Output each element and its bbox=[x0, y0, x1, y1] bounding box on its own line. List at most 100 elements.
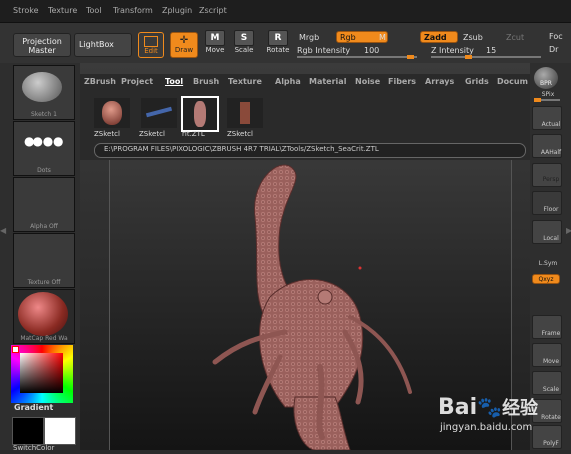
tab-tool[interactable]: Tool bbox=[165, 77, 183, 86]
lsym-button[interactable]: L.Sym bbox=[530, 260, 566, 267]
tool-thumb-1-label: ZSketcl bbox=[94, 130, 120, 138]
move-label: Move bbox=[205, 46, 225, 54]
tab-alpha[interactable]: Alpha bbox=[275, 77, 301, 86]
menu-zplugin[interactable]: Zplugin bbox=[162, 6, 192, 15]
material-label: MatCap Red Wa bbox=[20, 335, 68, 342]
local-button[interactable]: Local bbox=[532, 220, 562, 244]
menu-texture[interactable]: Texture bbox=[48, 6, 77, 15]
menu-stroke[interactable]: Stroke bbox=[13, 6, 39, 15]
color-picker[interactable] bbox=[11, 345, 73, 403]
edit-button[interactable]: Edit bbox=[138, 32, 164, 58]
top-menu-bar: Stroke Texture Tool Transform Zplugin Zs… bbox=[0, 0, 571, 23]
left-collapse-arrow-icon[interactable]: ◀ bbox=[0, 226, 6, 238]
left-shelf: Sketch 1 ●● ● ● Dots Alpha Off Texture O… bbox=[0, 63, 80, 452]
menu-zscript[interactable]: Zscript bbox=[199, 6, 227, 15]
actual-button[interactable]: Actual bbox=[532, 106, 562, 130]
menu-transform[interactable]: Transform bbox=[113, 6, 153, 15]
polyf-label: PolyF bbox=[543, 440, 559, 447]
z-intensity-value: 15 bbox=[486, 46, 497, 55]
brush-slot[interactable]: Sketch 1 bbox=[13, 65, 75, 120]
frame-button[interactable]: Frame bbox=[532, 315, 562, 339]
spix-knob[interactable] bbox=[534, 98, 541, 102]
move-button[interactable]: M Move bbox=[204, 30, 226, 54]
gradient-label[interactable]: Gradient bbox=[14, 403, 53, 412]
rotate-button[interactable]: R Rotate bbox=[264, 30, 292, 54]
aahalf-button[interactable]: AAHalf bbox=[532, 134, 562, 158]
model-icon bbox=[240, 102, 250, 124]
z-intensity-slider[interactable] bbox=[431, 55, 541, 59]
tab-document[interactable]: Docum bbox=[497, 77, 528, 86]
switch-color-button[interactable]: SwitchColor bbox=[13, 444, 54, 452]
move-view-label: Move bbox=[542, 358, 560, 365]
rgb-intensity-value: 100 bbox=[364, 46, 380, 55]
aahalf-label: AAHalf bbox=[540, 149, 562, 156]
spix-slider[interactable] bbox=[534, 98, 560, 102]
z-intensity-knob[interactable] bbox=[465, 55, 472, 59]
main-color-swatch[interactable] bbox=[12, 417, 44, 445]
menu-tool[interactable]: Tool bbox=[86, 6, 102, 15]
lightbox-button[interactable]: LightBox bbox=[74, 33, 132, 57]
scale-view-label: Scale bbox=[542, 386, 560, 393]
zsub-toggle[interactable]: Zsub bbox=[463, 33, 483, 42]
rgb-intensity-knob[interactable] bbox=[407, 55, 414, 59]
zadd-toggle[interactable]: Zadd bbox=[420, 31, 458, 43]
persp-button[interactable]: Persp bbox=[532, 163, 562, 187]
tab-project[interactable]: Project bbox=[121, 77, 153, 86]
bpr-label: BPR bbox=[540, 80, 552, 87]
paw-icon: 🐾 bbox=[477, 395, 503, 419]
tab-noise[interactable]: Noise bbox=[355, 77, 380, 86]
texture-slot[interactable]: Texture Off bbox=[13, 233, 75, 288]
tab-brush[interactable]: Brush bbox=[193, 77, 219, 86]
bpr-button[interactable]: BPR bbox=[534, 67, 558, 89]
scale-button[interactable]: S Scale bbox=[233, 30, 255, 54]
right-shelf: BPR SPix Actual AAHalf Persp Floor Local… bbox=[530, 63, 571, 450]
tool-path-bar: E:\PROGRAM FILES\PIXOLOGIC\ZBRUSH 4R7 TR… bbox=[94, 143, 526, 158]
material-slot[interactable]: MatCap Red Wa bbox=[13, 289, 75, 344]
right-collapse-arrow-icon[interactable]: ▶ bbox=[566, 226, 571, 238]
color-picker-handle-icon[interactable] bbox=[12, 346, 19, 353]
stroke-slot[interactable]: ●● ● ● Dots bbox=[13, 121, 75, 176]
texture-label: Texture Off bbox=[27, 279, 61, 286]
floor-button[interactable]: Floor bbox=[532, 191, 562, 215]
tool-thumb-selected[interactable] bbox=[181, 96, 219, 132]
scale-icon: S bbox=[234, 30, 254, 46]
xyz-button[interactable]: Qxyz bbox=[532, 274, 560, 284]
m-toggle[interactable]: M bbox=[379, 33, 386, 42]
watermark-brand-cn: 经验 bbox=[502, 398, 539, 419]
alpha-slot[interactable]: Alpha Off bbox=[13, 177, 75, 232]
floor-label: Floor bbox=[543, 206, 559, 213]
tool-thumb-1[interactable] bbox=[94, 98, 130, 128]
draw-icon: ✛ bbox=[179, 35, 189, 46]
mrgb-toggle[interactable]: Mrgb bbox=[299, 33, 319, 42]
tab-texture[interactable]: Texture bbox=[228, 77, 262, 86]
rgb-intensity-slider[interactable] bbox=[297, 55, 417, 59]
draw-button[interactable]: ✛ Draw bbox=[170, 32, 198, 58]
local-label: Local bbox=[543, 235, 559, 242]
watermark-brand: Bai bbox=[438, 395, 478, 420]
tab-material[interactable]: Material bbox=[309, 77, 346, 86]
polyf-button[interactable]: PolyF bbox=[532, 425, 562, 449]
sea-creature-icon bbox=[194, 101, 206, 127]
tool-thumb-2[interactable] bbox=[141, 98, 177, 128]
tool-thumb-4[interactable] bbox=[227, 98, 263, 128]
tab-grids[interactable]: Grids bbox=[465, 77, 489, 86]
scale-view-button[interactable]: Scale bbox=[532, 371, 562, 395]
tab-arrays[interactable]: Arrays bbox=[425, 77, 454, 86]
actual-label: Actual bbox=[541, 121, 561, 128]
model-icon bbox=[145, 106, 173, 118]
brush-sphere-icon bbox=[22, 72, 62, 102]
tab-zbrush[interactable]: ZBrush bbox=[84, 77, 116, 86]
frame-label: Frame bbox=[541, 330, 561, 337]
rgb-intensity-label: Rgb Intensity bbox=[297, 46, 351, 55]
projection-master-button[interactable]: Projection Master bbox=[13, 33, 71, 57]
edit-label: Edit bbox=[144, 47, 158, 55]
draw-size-label[interactable]: Dr bbox=[549, 45, 558, 54]
focal-shift-label[interactable]: Foc bbox=[549, 32, 563, 41]
move-icon: M bbox=[205, 30, 225, 46]
secondary-color-swatch[interactable] bbox=[44, 417, 76, 445]
zcut-toggle[interactable]: Zcut bbox=[506, 33, 524, 42]
spix-label[interactable]: SPix bbox=[530, 91, 566, 98]
move-view-button[interactable]: Move bbox=[532, 343, 562, 367]
color-saturation-box[interactable] bbox=[20, 353, 63, 393]
tab-fibers[interactable]: Fibers bbox=[388, 77, 416, 86]
